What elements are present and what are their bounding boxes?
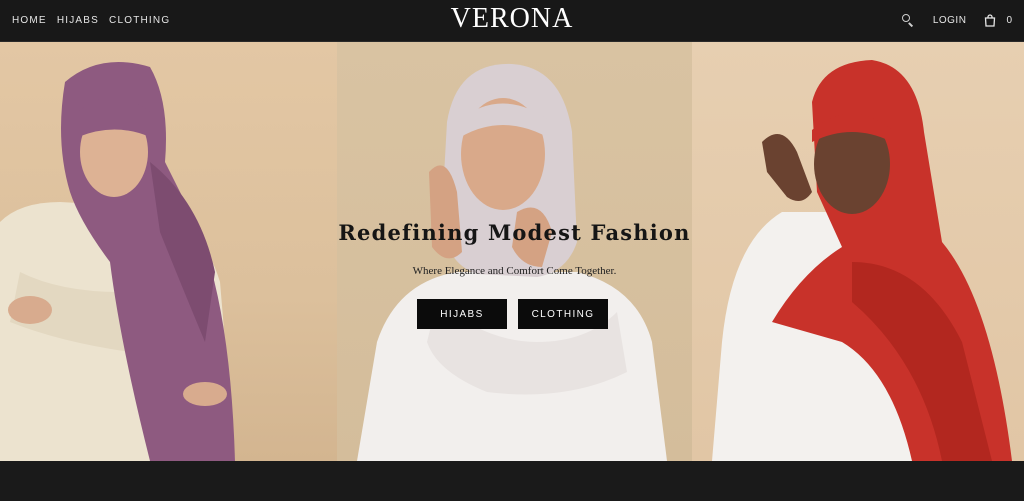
shopping-bag-icon <box>985 13 996 27</box>
hero-banner: Redefining Modest Fashion Where Elegance… <box>0 42 1024 461</box>
login-link[interactable]: LOGIN <box>933 15 967 26</box>
cart-count: 0 <box>1006 14 1012 26</box>
search-icon[interactable] <box>901 13 915 27</box>
hero-title: Redefining Modest Fashion <box>338 220 691 245</box>
hero-image-right <box>692 42 1024 461</box>
hero-subtitle: Where Elegance and Comfort Come Together… <box>412 265 617 277</box>
cart-button[interactable]: 0 <box>984 13 1012 27</box>
clothing-button[interactable]: CLOTHING <box>518 299 608 329</box>
site-logo[interactable]: VERONA <box>451 3 574 34</box>
nav-link-home[interactable]: HOME <box>12 15 47 26</box>
site-header: HOME HIJABS CLOTHING VERONA LOGIN 0 <box>0 0 1024 42</box>
header-tools: LOGIN 0 <box>901 0 1012 40</box>
main-nav: HOME HIJABS CLOTHING <box>12 0 170 40</box>
nav-link-clothing[interactable]: CLOTHING <box>109 15 170 26</box>
hijabs-button[interactable]: HIJABS <box>417 299 507 329</box>
hero-text-block: Redefining Modest Fashion Where Elegance… <box>337 220 692 277</box>
hero-cta-row: HIJABS CLOTHING <box>417 299 608 329</box>
bottom-bar <box>0 461 1024 501</box>
nav-link-hijabs[interactable]: HIJABS <box>57 15 99 26</box>
hero-image-left <box>0 42 337 461</box>
